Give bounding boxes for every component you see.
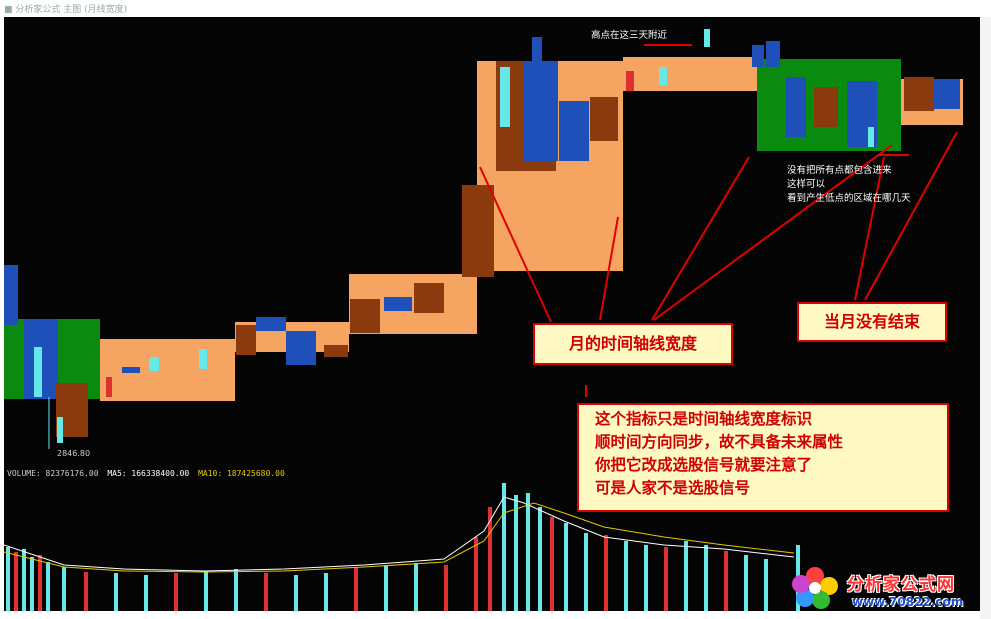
- window-title: ■ 分析家公式 主图 (月线宽度): [4, 5, 128, 15]
- month-box-2: [100, 339, 235, 401]
- arrow-line: [854, 156, 885, 301]
- candle: [590, 97, 618, 141]
- volume-bar: [444, 565, 448, 611]
- candle: [904, 77, 934, 111]
- candle: [786, 77, 806, 137]
- volume-bar: [724, 551, 728, 611]
- volume-bar: [264, 573, 268, 611]
- volume-bar: [204, 571, 208, 611]
- volume-bar: [550, 517, 554, 611]
- candle: [324, 345, 348, 357]
- candle: [532, 37, 542, 77]
- candle: [462, 185, 494, 277]
- not-include-note-2: 这样可以: [787, 179, 826, 190]
- volume-bar: [174, 573, 178, 611]
- candle: [122, 367, 140, 373]
- volume-bar: [514, 495, 518, 611]
- candle: [34, 347, 42, 397]
- ma10-value: MA10: 187425680.00: [198, 469, 285, 478]
- volume-bar: [664, 547, 668, 611]
- note-line-3: 你把它改成选股信号就要注意了: [595, 456, 813, 474]
- volume-bar: [294, 575, 298, 611]
- volume-bar: [114, 573, 118, 611]
- volume-bar: [38, 555, 42, 611]
- volume-bar: [474, 537, 478, 611]
- indicator-note-label: 这个指标只是时间轴线宽度标识 顺时间方向同步，故不具备未来属性 你把它改成选股信…: [577, 403, 949, 512]
- volume-bar: [22, 549, 26, 611]
- volume-bar: [684, 541, 688, 611]
- volume-bar: [764, 559, 768, 611]
- volume-bar: [564, 523, 568, 611]
- candle: [4, 265, 18, 325]
- volume-bar: [234, 569, 238, 611]
- ma10-line: [4, 502, 795, 573]
- volume-bar: [324, 573, 328, 611]
- volume-bar: [744, 555, 748, 611]
- volume-bar: [644, 545, 648, 611]
- not-include-note-1: 没有把所有点都包含进来: [787, 165, 892, 176]
- candle: [414, 283, 444, 313]
- volume-bar: [414, 563, 418, 611]
- candle: [256, 317, 286, 331]
- volume-bar: [14, 552, 18, 611]
- watermark-url: www.70822.com: [852, 595, 964, 609]
- candle: [752, 45, 764, 67]
- volume-bar: [144, 575, 148, 611]
- volume-bar: [538, 507, 542, 611]
- month-box-8-blue: [934, 79, 960, 109]
- volume-bar: [584, 533, 588, 611]
- note-line-1: 这个指标只是时间轴线宽度标识: [595, 410, 813, 428]
- ma5-value: MA5: 166338400.00: [107, 469, 190, 478]
- watermark-name: 分析家公式网: [847, 575, 955, 595]
- candle: [559, 101, 589, 161]
- volume-bar: [6, 547, 10, 611]
- note-line-2: 顺时间方向同步，故不具备未来属性: [595, 433, 844, 451]
- candle: [500, 67, 510, 127]
- candle: [199, 349, 207, 369]
- volume-bar: [30, 557, 34, 611]
- candle: [659, 67, 667, 85]
- volume-bar: [84, 572, 88, 611]
- month-not-end-label: 当月没有结束: [797, 302, 947, 342]
- volume-bar: [624, 541, 628, 611]
- volume-bar: [604, 535, 608, 611]
- month-width-label: 月的时间轴线宽度: [533, 323, 733, 365]
- volume-bar: [46, 562, 50, 611]
- volume-legend: VOLUME: 82376176.00 MA5: 166338400.00 MA…: [7, 469, 285, 478]
- arrow-line: [864, 131, 958, 301]
- note-line-4: 可是人家不是选股信号: [595, 479, 751, 497]
- volume-bar: [704, 545, 708, 611]
- candle: [626, 71, 634, 91]
- month-box-6: [623, 57, 757, 91]
- candle: [868, 127, 874, 147]
- volume-bar: [384, 565, 388, 611]
- candle: [106, 377, 112, 397]
- candle: [350, 299, 380, 333]
- candle: [149, 357, 159, 371]
- candle: [814, 87, 838, 127]
- volume-bar: [354, 567, 358, 611]
- high-note: 高点在这三天附近: [591, 30, 668, 41]
- right-scrollbar[interactable]: [980, 17, 991, 619]
- not-include-note-3: 看到产生低点的区域在哪几天: [787, 193, 911, 204]
- flower-icon: [792, 567, 838, 609]
- volume-bar: [526, 493, 530, 611]
- volume-bar: [62, 567, 66, 611]
- arrow-line: [651, 156, 750, 321]
- candle: [236, 325, 256, 355]
- volume-bar: [502, 483, 506, 611]
- low-price-label: 2846.80: [57, 449, 91, 458]
- candle: [704, 29, 710, 47]
- candle: [57, 417, 63, 443]
- title-bar: ■ 分析家公式 主图 (月线宽度): [0, 0, 991, 17]
- candle: [384, 297, 412, 311]
- candle: [286, 331, 316, 365]
- volume-value: VOLUME: 82376176.00: [7, 469, 99, 478]
- candle: [766, 41, 780, 67]
